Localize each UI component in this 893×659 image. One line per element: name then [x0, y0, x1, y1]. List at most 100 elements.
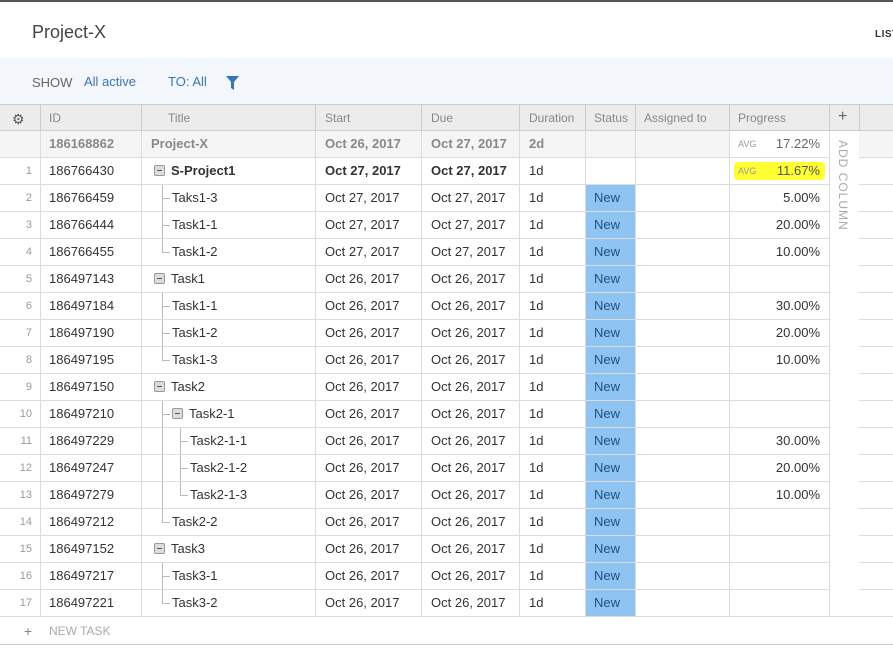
status-badge[interactable]: New — [585, 320, 635, 346]
plus-icon[interactable]: + — [24, 623, 32, 639]
table-row[interactable]: 8 186497195 Task1-3 Oct 26, 2017 Oct 26, 201… — [0, 347, 893, 374]
status-badge[interactable]: New — [585, 212, 635, 238]
assignee-filter-dropdown[interactable]: TO: All — [168, 74, 207, 89]
status-badge[interactable]: New — [585, 563, 635, 589]
task-title[interactable]: Task2-1-3 — [190, 487, 247, 502]
column-header-status[interactable]: Status — [585, 105, 635, 130]
task-assignee[interactable] — [635, 563, 729, 589]
status-badge[interactable]: New — [585, 266, 635, 292]
column-header-assigned[interactable]: Assigned to — [635, 105, 729, 130]
table-row[interactable]: 11 186497229 Task2-1-1 Oct 26, 2017 Oct 26, … — [0, 428, 893, 455]
task-start[interactable]: Oct 26, 2017 — [315, 563, 421, 589]
status-badge[interactable]: New — [585, 401, 635, 427]
task-assignee[interactable] — [635, 428, 729, 454]
task-title-cell[interactable]: Task2-1-2 — [141, 455, 315, 481]
status-badge[interactable]: New — [585, 374, 635, 400]
task-title[interactable]: Task3-2 — [172, 595, 218, 610]
collapse-toggle-icon[interactable] — [154, 381, 165, 393]
status-badge[interactable]: New — [585, 590, 635, 616]
task-duration[interactable]: 1d — [519, 590, 585, 616]
task-progress[interactable] — [729, 374, 829, 400]
task-title-cell[interactable]: Task2 — [141, 374, 315, 400]
table-row[interactable]: 1 186766430 S-Project1 Oct 27, 2017 Oct 27, … — [0, 158, 893, 185]
task-start[interactable]: Oct 26, 2017 — [315, 347, 421, 373]
task-assignee[interactable] — [635, 320, 729, 346]
task-title-cell[interactable]: Task1-1 — [141, 293, 315, 319]
table-row[interactable]: 17 186497221 Task3-2 Oct 26, 2017 Oct 26, 20… — [0, 590, 893, 617]
column-header-duration[interactable]: Duration — [519, 105, 585, 130]
task-progress[interactable]: 20.00% — [729, 212, 829, 238]
task-start[interactable]: Oct 27, 2017 — [315, 185, 421, 211]
task-assignee[interactable] — [635, 509, 729, 535]
filter-icon[interactable] — [226, 76, 239, 90]
task-assignee[interactable] — [635, 482, 729, 508]
task-title[interactable]: S-Project1 — [171, 163, 235, 178]
task-duration[interactable]: 1d — [519, 509, 585, 535]
task-title[interactable]: Task1-1 — [172, 217, 218, 232]
table-row[interactable]: 14 186497212 Task2-2 Oct 26, 2017 Oct 26, 20… — [0, 509, 893, 536]
task-due[interactable]: Oct 26, 2017 — [421, 347, 519, 373]
status-badge[interactable]: New — [585, 482, 635, 508]
task-duration[interactable]: 1d — [519, 536, 585, 562]
collapse-toggle-icon[interactable] — [154, 165, 165, 177]
table-row[interactable]: 7 186497190 Task1-2 Oct 26, 2017 Oct 26, 201… — [0, 320, 893, 347]
task-title-cell[interactable]: S-Project1 — [141, 158, 315, 184]
show-filter-dropdown[interactable]: All active — [84, 74, 136, 89]
task-title[interactable]: Task2-2 — [172, 514, 218, 529]
new-task-label[interactable]: NEW TASK — [49, 624, 111, 638]
task-due[interactable]: Oct 26, 2017 — [421, 401, 519, 427]
table-row[interactable]: 2 186766459 Taks1-3 Oct 27, 2017 Oct 27, 201… — [0, 185, 893, 212]
task-assignee[interactable] — [635, 266, 729, 292]
task-title[interactable]: Task1-2 — [172, 244, 218, 259]
task-title[interactable]: Taks1-3 — [172, 190, 218, 205]
task-start[interactable]: Oct 26, 2017 — [315, 293, 421, 319]
task-title[interactable]: Task2-1-2 — [190, 460, 247, 475]
task-duration[interactable]: 1d — [519, 212, 585, 238]
task-title-cell[interactable]: Task1-2 — [141, 239, 315, 265]
task-start[interactable]: Oct 26, 2017 — [315, 455, 421, 481]
task-due[interactable]: Oct 26, 2017 — [421, 266, 519, 292]
task-assignee[interactable] — [635, 374, 729, 400]
column-header-due[interactable]: Due — [421, 105, 519, 130]
task-duration[interactable]: 1d — [519, 428, 585, 454]
collapse-toggle-icon[interactable] — [172, 408, 183, 420]
task-due[interactable]: Oct 26, 2017 — [421, 293, 519, 319]
task-title-cell[interactable]: Task1 — [141, 266, 315, 292]
task-progress[interactable]: 30.00% — [729, 293, 829, 319]
task-title-cell[interactable]: Taks1-3 — [141, 185, 315, 211]
task-progress[interactable]: 10.00% — [729, 482, 829, 508]
status-badge[interactable]: New — [585, 185, 635, 211]
task-start[interactable]: Oct 26, 2017 — [315, 320, 421, 346]
task-title[interactable]: Task1-2 — [172, 325, 218, 340]
task-title[interactable]: Task2 — [171, 379, 205, 394]
project-summary-row[interactable]: 186168862 Project-X Oct 26, 2017 Oct 27,… — [0, 131, 893, 158]
table-row[interactable]: 3 186766444 Task1-1 Oct 27, 2017 Oct 27, 201… — [0, 212, 893, 239]
table-row[interactable]: 15 186497152 Task3 Oct 26, 2017 Oct 26, 2017… — [0, 536, 893, 563]
task-title-cell[interactable]: Task2-1-3 — [141, 482, 315, 508]
task-progress[interactable] — [729, 266, 829, 292]
task-title[interactable]: Task1-3 — [172, 352, 218, 367]
task-progress[interactable]: AVG 11.67% — [729, 158, 829, 184]
task-title-cell[interactable]: Task3 — [141, 536, 315, 562]
task-duration[interactable]: 1d — [519, 239, 585, 265]
task-title[interactable]: Task2-1-1 — [190, 433, 247, 448]
task-title-cell[interactable]: Task2-1 — [141, 401, 315, 427]
status-badge[interactable] — [585, 158, 635, 184]
table-row[interactable]: 12 186497247 Task2-1-2 Oct 26, 2017 Oct 26, … — [0, 455, 893, 482]
task-due[interactable]: Oct 27, 2017 — [421, 212, 519, 238]
task-duration[interactable]: 1d — [519, 293, 585, 319]
task-start[interactable]: Oct 26, 2017 — [315, 509, 421, 535]
status-badge[interactable]: New — [585, 347, 635, 373]
task-progress[interactable] — [729, 401, 829, 427]
task-title-cell[interactable]: Task1-1 — [141, 212, 315, 238]
list-view-tab[interactable]: LIST — [875, 29, 893, 40]
task-assignee[interactable] — [635, 185, 729, 211]
task-title[interactable]: Task1-1 — [172, 298, 218, 313]
task-progress[interactable]: 10.00% — [729, 347, 829, 373]
task-title-cell[interactable]: Task2-2 — [141, 509, 315, 535]
task-progress[interactable] — [729, 563, 829, 589]
task-assignee[interactable] — [635, 347, 729, 373]
task-progress[interactable]: 20.00% — [729, 320, 829, 346]
task-duration[interactable]: 1d — [519, 455, 585, 481]
task-duration[interactable]: 1d — [519, 347, 585, 373]
